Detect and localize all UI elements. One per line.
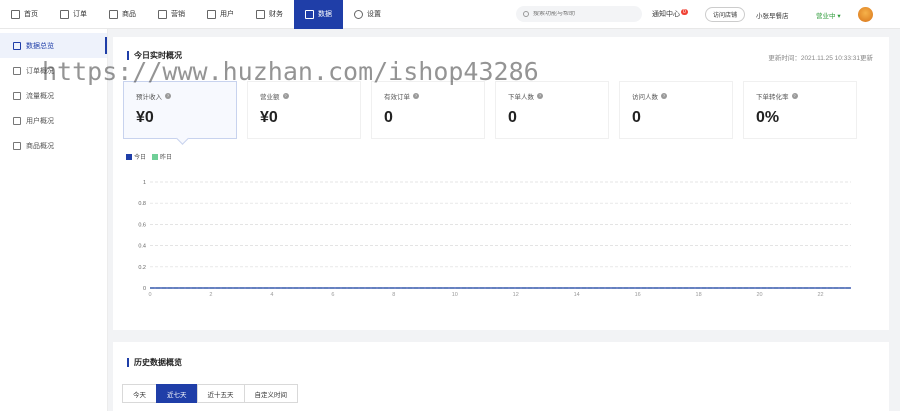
stat-cards: 预计收入? ¥0 营业额? ¥0 有效订单? 0 下单人数? 0 访问人数? 0… (123, 81, 857, 139)
shop-name[interactable]: 小张早餐店 (756, 10, 789, 20)
y-tick-label: 0 (143, 286, 146, 292)
stat-card-valid-orders[interactable]: 有效订单? 0 (371, 81, 485, 139)
finance-icon (256, 9, 265, 19)
stat-card-revenue[interactable]: 营业额? ¥0 (247, 81, 361, 139)
x-tick-label: 22 (817, 292, 823, 298)
sidebar: 数据总览 订单概况 流量概况 用户概况 商品概况 (0, 29, 108, 411)
data-icon (13, 141, 21, 150)
x-tick-label: 8 (392, 292, 395, 298)
sidebar-item-overview[interactable]: 数据总览 (0, 33, 107, 58)
help-icon[interactable]: ? (165, 93, 171, 99)
user-icon (207, 9, 216, 19)
stat-card-conversion-rate[interactable]: 下单转化率? 0% (743, 81, 857, 139)
x-tick-label: 12 (513, 292, 519, 298)
notification-badge: 0 (681, 9, 688, 15)
legend-item-today[interactable]: 今日 (126, 152, 146, 161)
stat-value: 0 (632, 109, 641, 126)
stat-card-buyers[interactable]: 下单人数? 0 (495, 81, 609, 139)
sidebar-item-users[interactable]: 用户概况 (0, 108, 107, 133)
watermark-text: https://www.huzhan.com/ishop43286 (42, 57, 539, 86)
nav-marketing[interactable]: 营销 (147, 0, 196, 29)
tab-custom-time[interactable]: 自定义时间 (243, 384, 298, 403)
stat-value: ¥0 (260, 109, 278, 126)
goods-icon (109, 9, 118, 19)
x-tick-label: 20 (757, 292, 763, 298)
data-icon (13, 66, 21, 75)
nav-users[interactable]: 用户 (196, 0, 245, 29)
help-icon[interactable]: ? (791, 93, 798, 99)
tab-last-7-days[interactable]: 近七天 (156, 384, 198, 403)
sidebar-item-goods[interactable]: 商品概况 (0, 133, 107, 158)
stat-card-visitors[interactable]: 访问人数? 0 (619, 81, 733, 139)
notification-center[interactable]: 通知中心 0 (652, 9, 688, 19)
y-tick-label: 1 (143, 180, 146, 186)
legend-item-yesterday[interactable]: 昨日 (152, 152, 172, 161)
help-icon[interactable]: ? (537, 93, 543, 99)
legend-swatch (152, 153, 159, 160)
home-icon (11, 9, 20, 19)
visit-shop-button[interactable]: 访问店铺 (705, 7, 745, 22)
x-tick-label: 14 (574, 292, 580, 298)
stat-value: 0% (756, 109, 780, 126)
x-tick-label: 4 (270, 292, 273, 298)
x-tick-label: 0 (148, 292, 151, 298)
business-status-dropdown[interactable]: 营业中 ▾ (816, 10, 841, 20)
x-tick-label: 10 (452, 292, 458, 298)
y-tick-label: 0.6 (138, 222, 146, 228)
x-tick-label: 18 (696, 292, 702, 298)
x-tick-label: 6 (331, 292, 334, 298)
marketing-icon (158, 9, 167, 19)
stat-value: 0 (508, 109, 517, 126)
nav-data[interactable]: 数据 (294, 0, 343, 29)
search-input[interactable] (533, 11, 633, 17)
y-tick-label: 0.4 (138, 244, 146, 250)
y-tick-label: 0.8 (138, 201, 146, 207)
tab-last-15-days[interactable]: 近十五天 (196, 384, 245, 403)
x-tick-label: 16 (635, 292, 641, 298)
nav-goods[interactable]: 商品 (98, 0, 147, 29)
top-navigation: 首页 订单 商品 营销 用户 财务 数据 设置 通知中心0 访问店铺 小张早餐店… (0, 0, 900, 29)
nav-home[interactable]: 首页 (0, 0, 49, 29)
section-title: 历史数据概览 (127, 358, 182, 367)
history-overview-card: 历史数据概览 今天 近七天 近十五天 自定义时间 (113, 342, 889, 411)
help-icon[interactable]: ? (413, 93, 419, 99)
date-range-tabs: 今天 近七天 近十五天 自定义时间 (122, 384, 298, 403)
nav-orders[interactable]: 订单 (49, 0, 98, 29)
stat-card-expected-income[interactable]: 预计收入? ¥0 (123, 81, 237, 139)
stat-value: ¥0 (136, 109, 154, 126)
help-icon[interactable]: ? (661, 93, 667, 99)
data-icon (13, 116, 21, 125)
help-icon[interactable]: ? (282, 93, 289, 99)
chart-legend: 今日 昨日 (126, 152, 172, 161)
x-tick-label: 2 (209, 292, 212, 298)
data-icon (13, 41, 21, 50)
sidebar-item-traffic[interactable]: 流量概况 (0, 83, 107, 108)
tab-today[interactable]: 今天 (122, 384, 157, 403)
nav-finance[interactable]: 财务 (245, 0, 294, 29)
y-tick-label: 0.2 (138, 265, 146, 271)
search-box[interactable] (516, 6, 642, 22)
search-icon (523, 11, 529, 17)
stat-value: 0 (384, 109, 393, 126)
nav-settings[interactable]: 设置 (343, 0, 392, 29)
order-icon (60, 9, 69, 19)
data-icon (13, 91, 21, 100)
update-time: 更新时间：2021.11.25 10:33:31更新 (768, 55, 873, 62)
avatar[interactable] (858, 7, 873, 22)
chart-icon (305, 9, 314, 19)
legend-swatch (126, 153, 132, 160)
settings-icon (354, 9, 363, 19)
realtime-line-chart: 00.20.40.60.810 2 4 6 8 10 12 14 16 18 20 22 (138, 180, 851, 298)
chevron-down-icon: ▾ (837, 13, 841, 20)
